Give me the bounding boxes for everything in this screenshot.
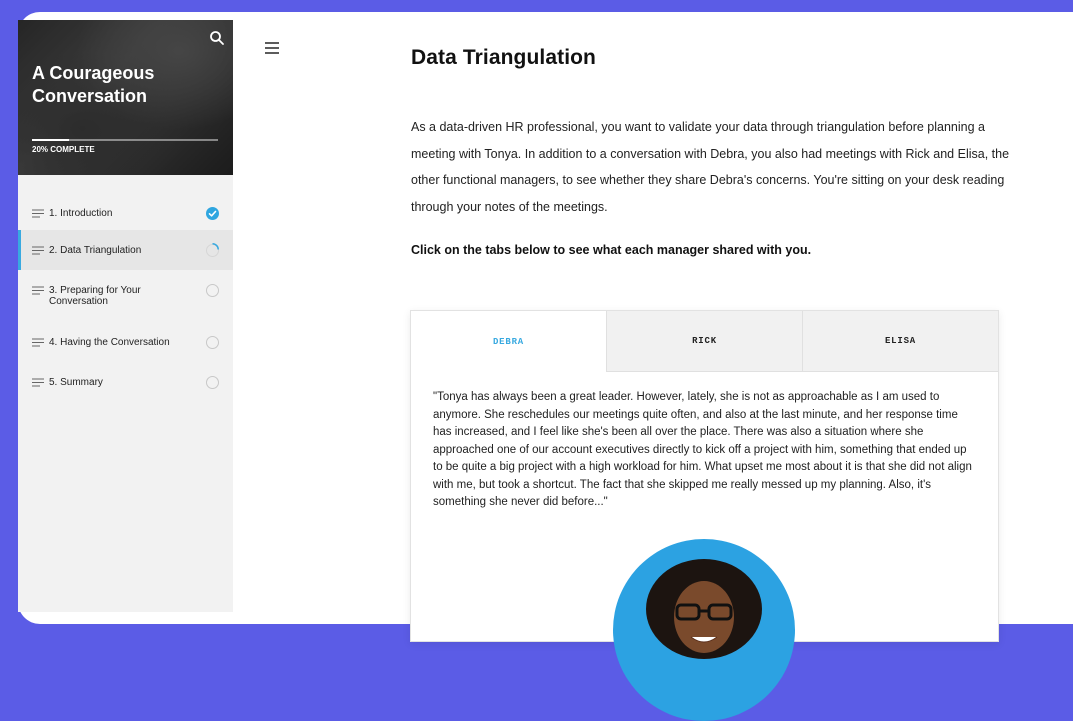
nav-item-label: 2. Data Triangulation [49, 244, 142, 256]
lesson-lines-icon [32, 338, 44, 346]
progress-ring-icon [206, 243, 219, 257]
tab-rick[interactable]: RICK [606, 311, 802, 372]
nav-item-summary[interactable]: 5. Summary [18, 362, 233, 402]
tab-elisa[interactable]: ELISA [802, 311, 998, 372]
avatar [613, 539, 795, 721]
hamburger-menu-icon[interactable] [265, 42, 279, 54]
nav-item-label: 5. Summary [49, 376, 103, 388]
nav-item-having-conversation[interactable]: 4. Having the Conversation [18, 322, 233, 362]
lesson-lines-icon [32, 246, 44, 254]
checkmark-circle-icon [206, 206, 219, 220]
intro-text: As a data-driven HR professional, you wa… [411, 120, 1010, 214]
instruction-text: Click on the tabs below to see what each… [411, 243, 812, 257]
tab-debra[interactable]: DEBRA [411, 311, 606, 372]
tab-bar: DEBRA RICK ELISA [411, 311, 998, 372]
manager-quote: "Tonya has always been a great leader. H… [433, 391, 972, 508]
lesson-nav: 1. Introduction 2. Data Triangulation 3.… [18, 196, 233, 402]
search-icon[interactable] [209, 30, 225, 46]
nav-item-label: 4. Having the Conversation [49, 336, 170, 348]
lesson-lines-icon [32, 209, 44, 217]
nav-item-data-triangulation[interactable]: 2. Data Triangulation [18, 230, 233, 270]
course-progress-fill [32, 139, 70, 141]
course-hero: A Courageous Conversation 20% COMPLETE [18, 20, 233, 175]
manager-portrait-image [646, 559, 762, 659]
empty-circle-icon [206, 375, 219, 389]
course-progress-bar [32, 139, 218, 141]
nav-item-label: 1. Introduction [49, 207, 113, 219]
nav-item-label: 3. Preparing for Your Conversation [49, 285, 141, 307]
page-title: Data Triangulation [411, 46, 596, 69]
lesson-lines-icon [32, 378, 44, 386]
course-sidebar: A Courageous Conversation 20% COMPLETE 1… [18, 20, 233, 612]
course-title: A Courageous Conversation [32, 63, 155, 106]
empty-circle-icon [206, 284, 219, 297]
manager-tabs-card: DEBRA RICK ELISA "Tonya has always been … [410, 310, 999, 721]
empty-circle-icon [206, 335, 219, 349]
nav-item-preparing[interactable]: 3. Preparing for Your Conversation [18, 270, 233, 322]
course-progress-label: 20% COMPLETE [32, 145, 95, 154]
nav-item-introduction[interactable]: 1. Introduction [18, 196, 233, 230]
lesson-lines-icon [32, 286, 44, 295]
